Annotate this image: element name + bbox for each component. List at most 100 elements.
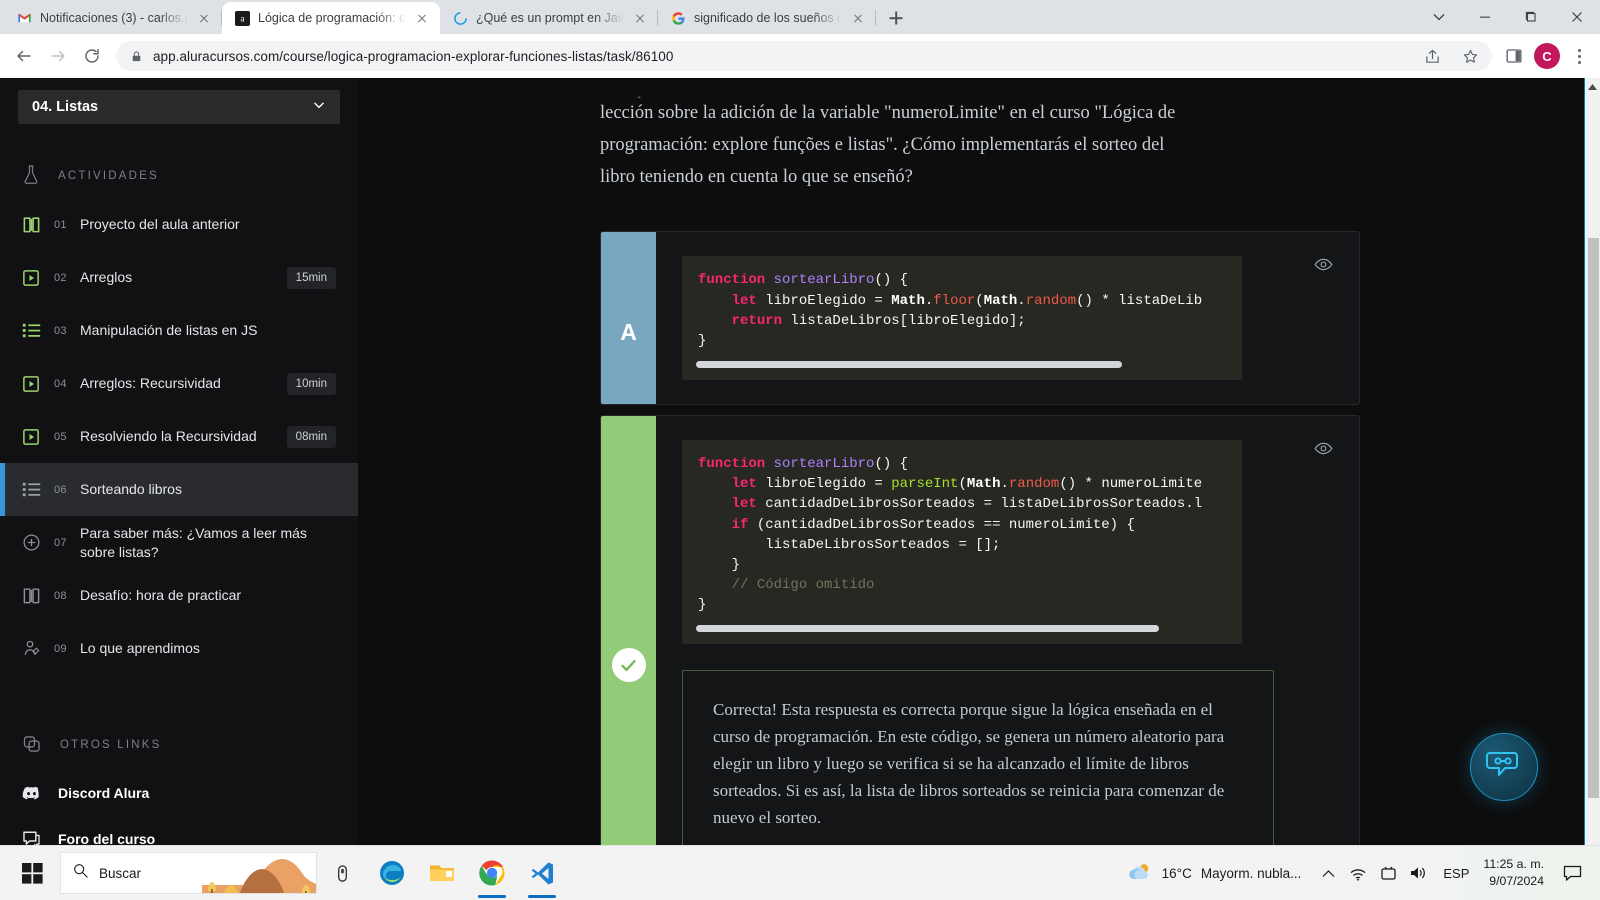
question-text: … y la respuesta correcta, … lección sob… xyxy=(600,78,1360,193)
person-edit-icon xyxy=(22,639,54,658)
sidebar-item-lesson-03[interactable]: 03 Manipulación de listas en JS xyxy=(0,304,358,357)
network-icon[interactable] xyxy=(1373,852,1403,894)
answer-option-correct[interactable]: function sortearLibro() { let libroElegi… xyxy=(600,415,1360,845)
language-indicator[interactable]: ESP xyxy=(1433,866,1479,881)
reload-icon[interactable] xyxy=(76,40,108,72)
search-icon xyxy=(73,863,88,883)
answer-feedback: Correcta! Esta respuesta es correcta por… xyxy=(682,670,1274,845)
task-view-icon[interactable] xyxy=(317,848,367,898)
option-body: function sortearLibro() { let libroElegi… xyxy=(656,232,1359,404)
other-link-forum[interactable]: Foro del curso xyxy=(0,823,358,845)
lesson-number: 01 xyxy=(54,218,67,231)
search-placeholder: Buscar xyxy=(99,865,142,881)
scroll-up-arrow-icon[interactable] xyxy=(1585,78,1600,95)
close-icon[interactable] xyxy=(1554,0,1600,34)
browser-tab-2[interactable]: ¿Qué es un prompt en JavaScript xyxy=(440,2,658,34)
page-viewport: 04. Listas ACTIVIDADES 01 Proyecto del a… xyxy=(0,78,1600,845)
volume-icon[interactable] xyxy=(1403,852,1433,894)
notification-icon[interactable] xyxy=(1554,852,1590,894)
weather-widget[interactable]: 16°C Mayorm. nubla... xyxy=(1121,862,1314,885)
code-content: function sortearLibro() { let libroElegi… xyxy=(698,456,1203,614)
lock-icon xyxy=(130,50,143,63)
browser-tab-0[interactable]: Notificaciones (3) - carlos.pinilla1 xyxy=(4,2,222,34)
tab-title: Notificaciones (3) - carlos.pinilla1 xyxy=(40,11,188,25)
chevron-down-icon xyxy=(312,98,326,116)
page-scrollbar[interactable] xyxy=(1584,78,1600,845)
answer-option-a[interactable]: A function sortearLibro() { let libroEle… xyxy=(600,231,1360,406)
windows-start-icon[interactable] xyxy=(6,849,58,897)
activities-group-label: ACTIVIDADES xyxy=(0,154,358,198)
edge-icon[interactable] xyxy=(367,848,417,898)
task-content: … y la respuesta correcta, … lección sob… xyxy=(358,78,1600,845)
code-horizontal-scrollbar[interactable] xyxy=(696,625,1228,633)
new-tab-button[interactable] xyxy=(882,4,910,32)
code-block[interactable]: function sortearLibro() { let libroElegi… xyxy=(682,256,1242,381)
sidebar-item-lesson-09[interactable]: 09 Lo que aprendimos xyxy=(0,622,358,675)
section-selector[interactable]: 04. Listas xyxy=(18,90,340,124)
browser-tab-3[interactable]: significado de los sueños con flo xyxy=(658,2,876,34)
lesson-duration: 15min xyxy=(286,266,336,289)
system-tray: 16°C Mayorm. nubla... ESP 11:25 a. m. 9/… xyxy=(1121,852,1594,894)
close-icon[interactable] xyxy=(414,10,430,26)
lesson-number: 02 xyxy=(54,271,67,284)
address-bar[interactable]: app.aluracursos.com/course/logica-progra… xyxy=(116,41,1492,71)
search-input[interactable]: Buscar xyxy=(60,852,317,894)
eye-icon[interactable] xyxy=(1314,258,1333,276)
tab-strip: Notificaciones (3) - carlos.pinilla1 a L… xyxy=(0,0,1600,34)
vscode-icon[interactable] xyxy=(517,848,567,898)
video-icon xyxy=(22,269,54,287)
kebab-menu-icon[interactable] xyxy=(1566,43,1592,69)
avatar[interactable]: C xyxy=(1534,43,1560,69)
sidebar-item-lesson-06[interactable]: 06 Sorteando libros xyxy=(0,463,358,516)
lesson-number: 04 xyxy=(54,377,67,390)
sidebar-item-lesson-02[interactable]: 02 Arreglos 15min xyxy=(0,251,358,304)
book-icon xyxy=(22,586,54,605)
group-label-text: ACTIVIDADES xyxy=(58,170,159,182)
cloud-sun-icon xyxy=(1127,862,1153,885)
browser-tab-1[interactable]: a Lógica de programación: explora xyxy=(222,2,440,34)
bookmark-star-icon[interactable] xyxy=(1456,42,1484,70)
share-icon[interactable] xyxy=(1418,42,1446,70)
other-link-discord[interactable]: Discord Alura xyxy=(0,777,358,809)
other-link-label: Foro del curso xyxy=(58,831,156,845)
windows-taskbar: Buscar 16°C Mayorm. nubla... ESP 11:25 a… xyxy=(0,845,1600,900)
chat-assistant-button[interactable] xyxy=(1470,733,1538,801)
code-block[interactable]: function sortearLibro() { let libroElegi… xyxy=(682,440,1242,645)
chevron-up-icon[interactable] xyxy=(1313,852,1343,894)
loading-icon xyxy=(452,10,468,26)
wifi-icon[interactable] xyxy=(1343,852,1373,894)
clock-time: 11:25 a. m. xyxy=(1483,857,1544,872)
lesson-label: Lo que aprendimos xyxy=(80,640,200,657)
file-explorer-icon[interactable] xyxy=(417,848,467,898)
chrome-icon[interactable] xyxy=(467,848,517,898)
weather-desc: Mayorm. nubla... xyxy=(1200,865,1302,881)
lesson-label: Desafío: hora de practicar xyxy=(80,587,242,604)
question-clipped-line: … y la respuesta correcta, … xyxy=(600,90,1360,98)
minimize-icon[interactable] xyxy=(1462,0,1508,34)
sidebar-item-lesson-04[interactable]: 04 Arreglos: Recursividad 10min xyxy=(0,357,358,410)
forward-arrow-icon[interactable] xyxy=(42,40,74,72)
lesson-number: 06 xyxy=(54,483,67,496)
close-icon[interactable] xyxy=(850,10,866,26)
browser-toolbar: app.aluracursos.com/course/logica-progra… xyxy=(0,34,1600,78)
maximize-icon[interactable] xyxy=(1508,0,1554,34)
video-icon xyxy=(22,428,54,446)
alura-icon: a xyxy=(234,10,250,26)
sidebar-item-lesson-05[interactable]: 05 Resolviendo la Recursividad 08min xyxy=(0,410,358,463)
scrollbar-thumb[interactable] xyxy=(1588,238,1599,798)
sidebar-item-lesson-01[interactable]: 01 Proyecto del aula anterior xyxy=(0,198,358,251)
sidebar-panel-icon[interactable] xyxy=(1500,42,1528,70)
lesson-number: 09 xyxy=(54,642,67,655)
code-horizontal-scrollbar[interactable] xyxy=(696,361,1228,369)
sidebar-item-lesson-07[interactable]: 07 Para saber más: ¿Vamos a leer más sob… xyxy=(0,516,358,569)
eye-icon[interactable] xyxy=(1314,442,1333,460)
clock[interactable]: 11:25 a. m. 9/07/2024 xyxy=(1479,856,1554,889)
window-controls xyxy=(1416,0,1600,34)
sidebar-item-lesson-08[interactable]: 08 Desafío: hora de practicar xyxy=(0,569,358,622)
tab-search-icon[interactable] xyxy=(1416,0,1462,34)
check-circle-icon xyxy=(611,648,646,683)
close-icon[interactable] xyxy=(632,10,648,26)
back-arrow-icon[interactable] xyxy=(8,40,40,72)
browser-window: Notificaciones (3) - carlos.pinilla1 a L… xyxy=(0,0,1600,845)
close-icon[interactable] xyxy=(196,10,212,26)
